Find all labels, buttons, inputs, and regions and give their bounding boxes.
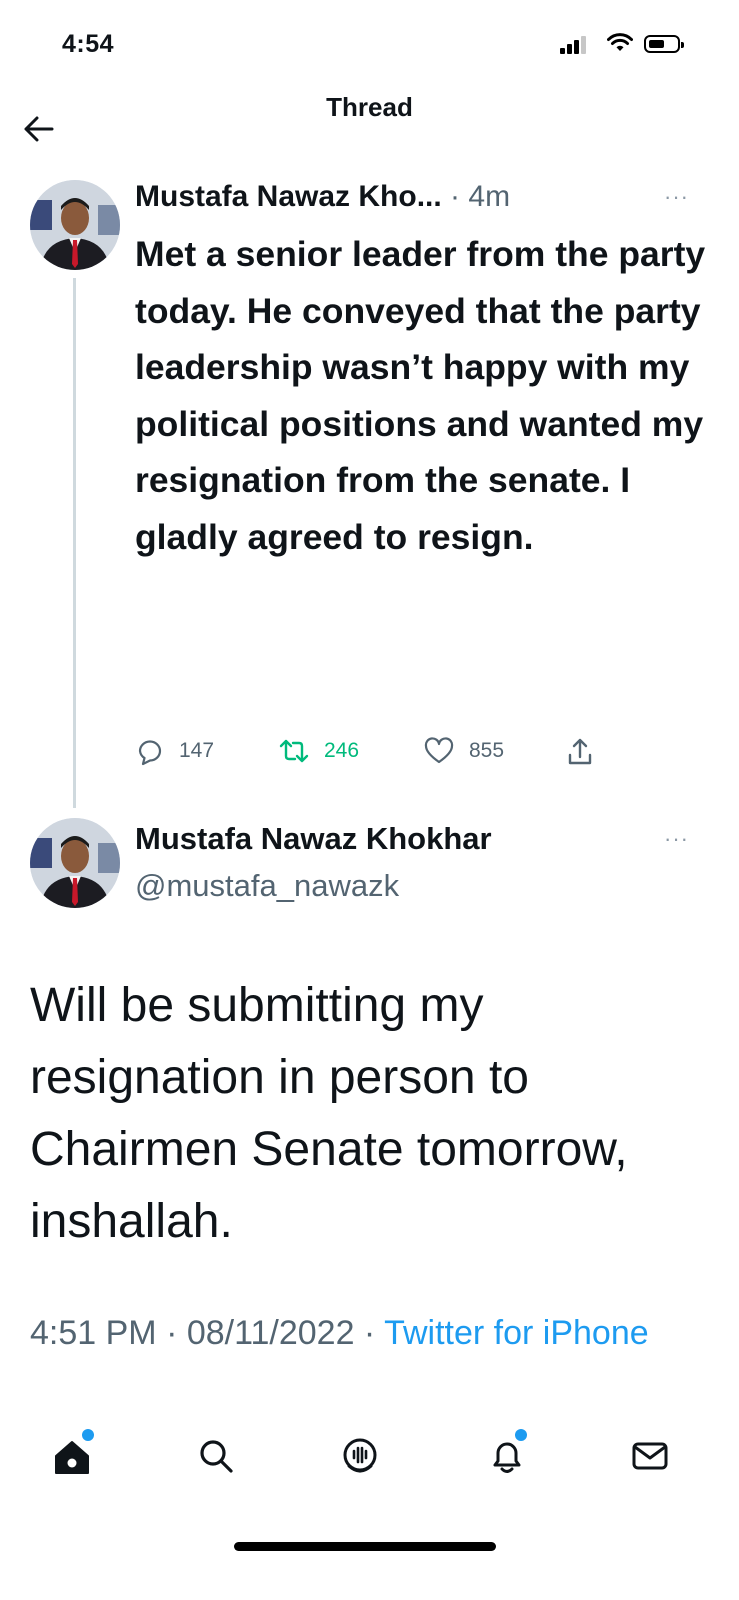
page-title: Thread (326, 92, 413, 122)
avatar[interactable] (30, 180, 120, 270)
reply-button[interactable]: 147 (135, 736, 214, 766)
avatar[interactable] (30, 818, 120, 908)
tweet-source-link[interactable]: Twitter for iPhone (384, 1314, 649, 1352)
like-count: 855 (469, 739, 505, 762)
tweet-metadata: 4:51 PM · 08/11/2022 · Twitter for iPhon… (30, 1308, 720, 1359)
notifications-icon[interactable] (487, 1436, 527, 1476)
author-name[interactable]: Mustafa Nawaz Kho... (135, 180, 442, 213)
more-options-icon[interactable]: ··· (664, 826, 689, 852)
tweet-time-ago: · 4m (441, 180, 511, 213)
author-name[interactable]: Mustafa Nawaz Khokhar (135, 821, 492, 857)
tweet2-text: Will be submitting my resignation in per… (30, 979, 628, 1248)
notifications-dot (515, 1429, 527, 1441)
tweet-actions: 147 246 855 (135, 736, 605, 776)
status-time: 4:54 (62, 30, 115, 58)
tweet1-text: Met a senior leader from the party today… (135, 234, 706, 557)
share-button[interactable] (566, 736, 594, 768)
more-options-icon[interactable]: ··· (664, 184, 689, 210)
spaces-icon[interactable] (340, 1436, 380, 1476)
thread-connector-line (73, 278, 76, 808)
tweet1-author[interactable]: Mustafa Nawaz Kho... · 4m (135, 180, 510, 214)
search-icon[interactable] (196, 1436, 236, 1476)
home-icon[interactable] (52, 1436, 92, 1476)
author-handle[interactable]: @mustafa_nawazk (135, 868, 399, 904)
home-indicator[interactable] (234, 1542, 496, 1551)
retweet-icon (279, 739, 309, 763)
reply-count: 147 (179, 739, 215, 762)
messages-icon[interactable] (630, 1436, 670, 1476)
share-icon (568, 738, 592, 765)
like-button[interactable]: 855 (423, 736, 504, 766)
wifi-icon (607, 33, 633, 51)
retweet-button[interactable]: 246 (278, 736, 359, 766)
home-notification-dot (82, 1429, 94, 1441)
battery-icon (644, 35, 684, 53)
tweet-timestamp: 4:51 PM · 08/11/2022 · (30, 1314, 385, 1352)
retweet-count: 246 (324, 739, 360, 762)
cellular-signal-icon (560, 34, 590, 54)
heart-icon (424, 737, 454, 764)
reply-icon (138, 740, 162, 766)
